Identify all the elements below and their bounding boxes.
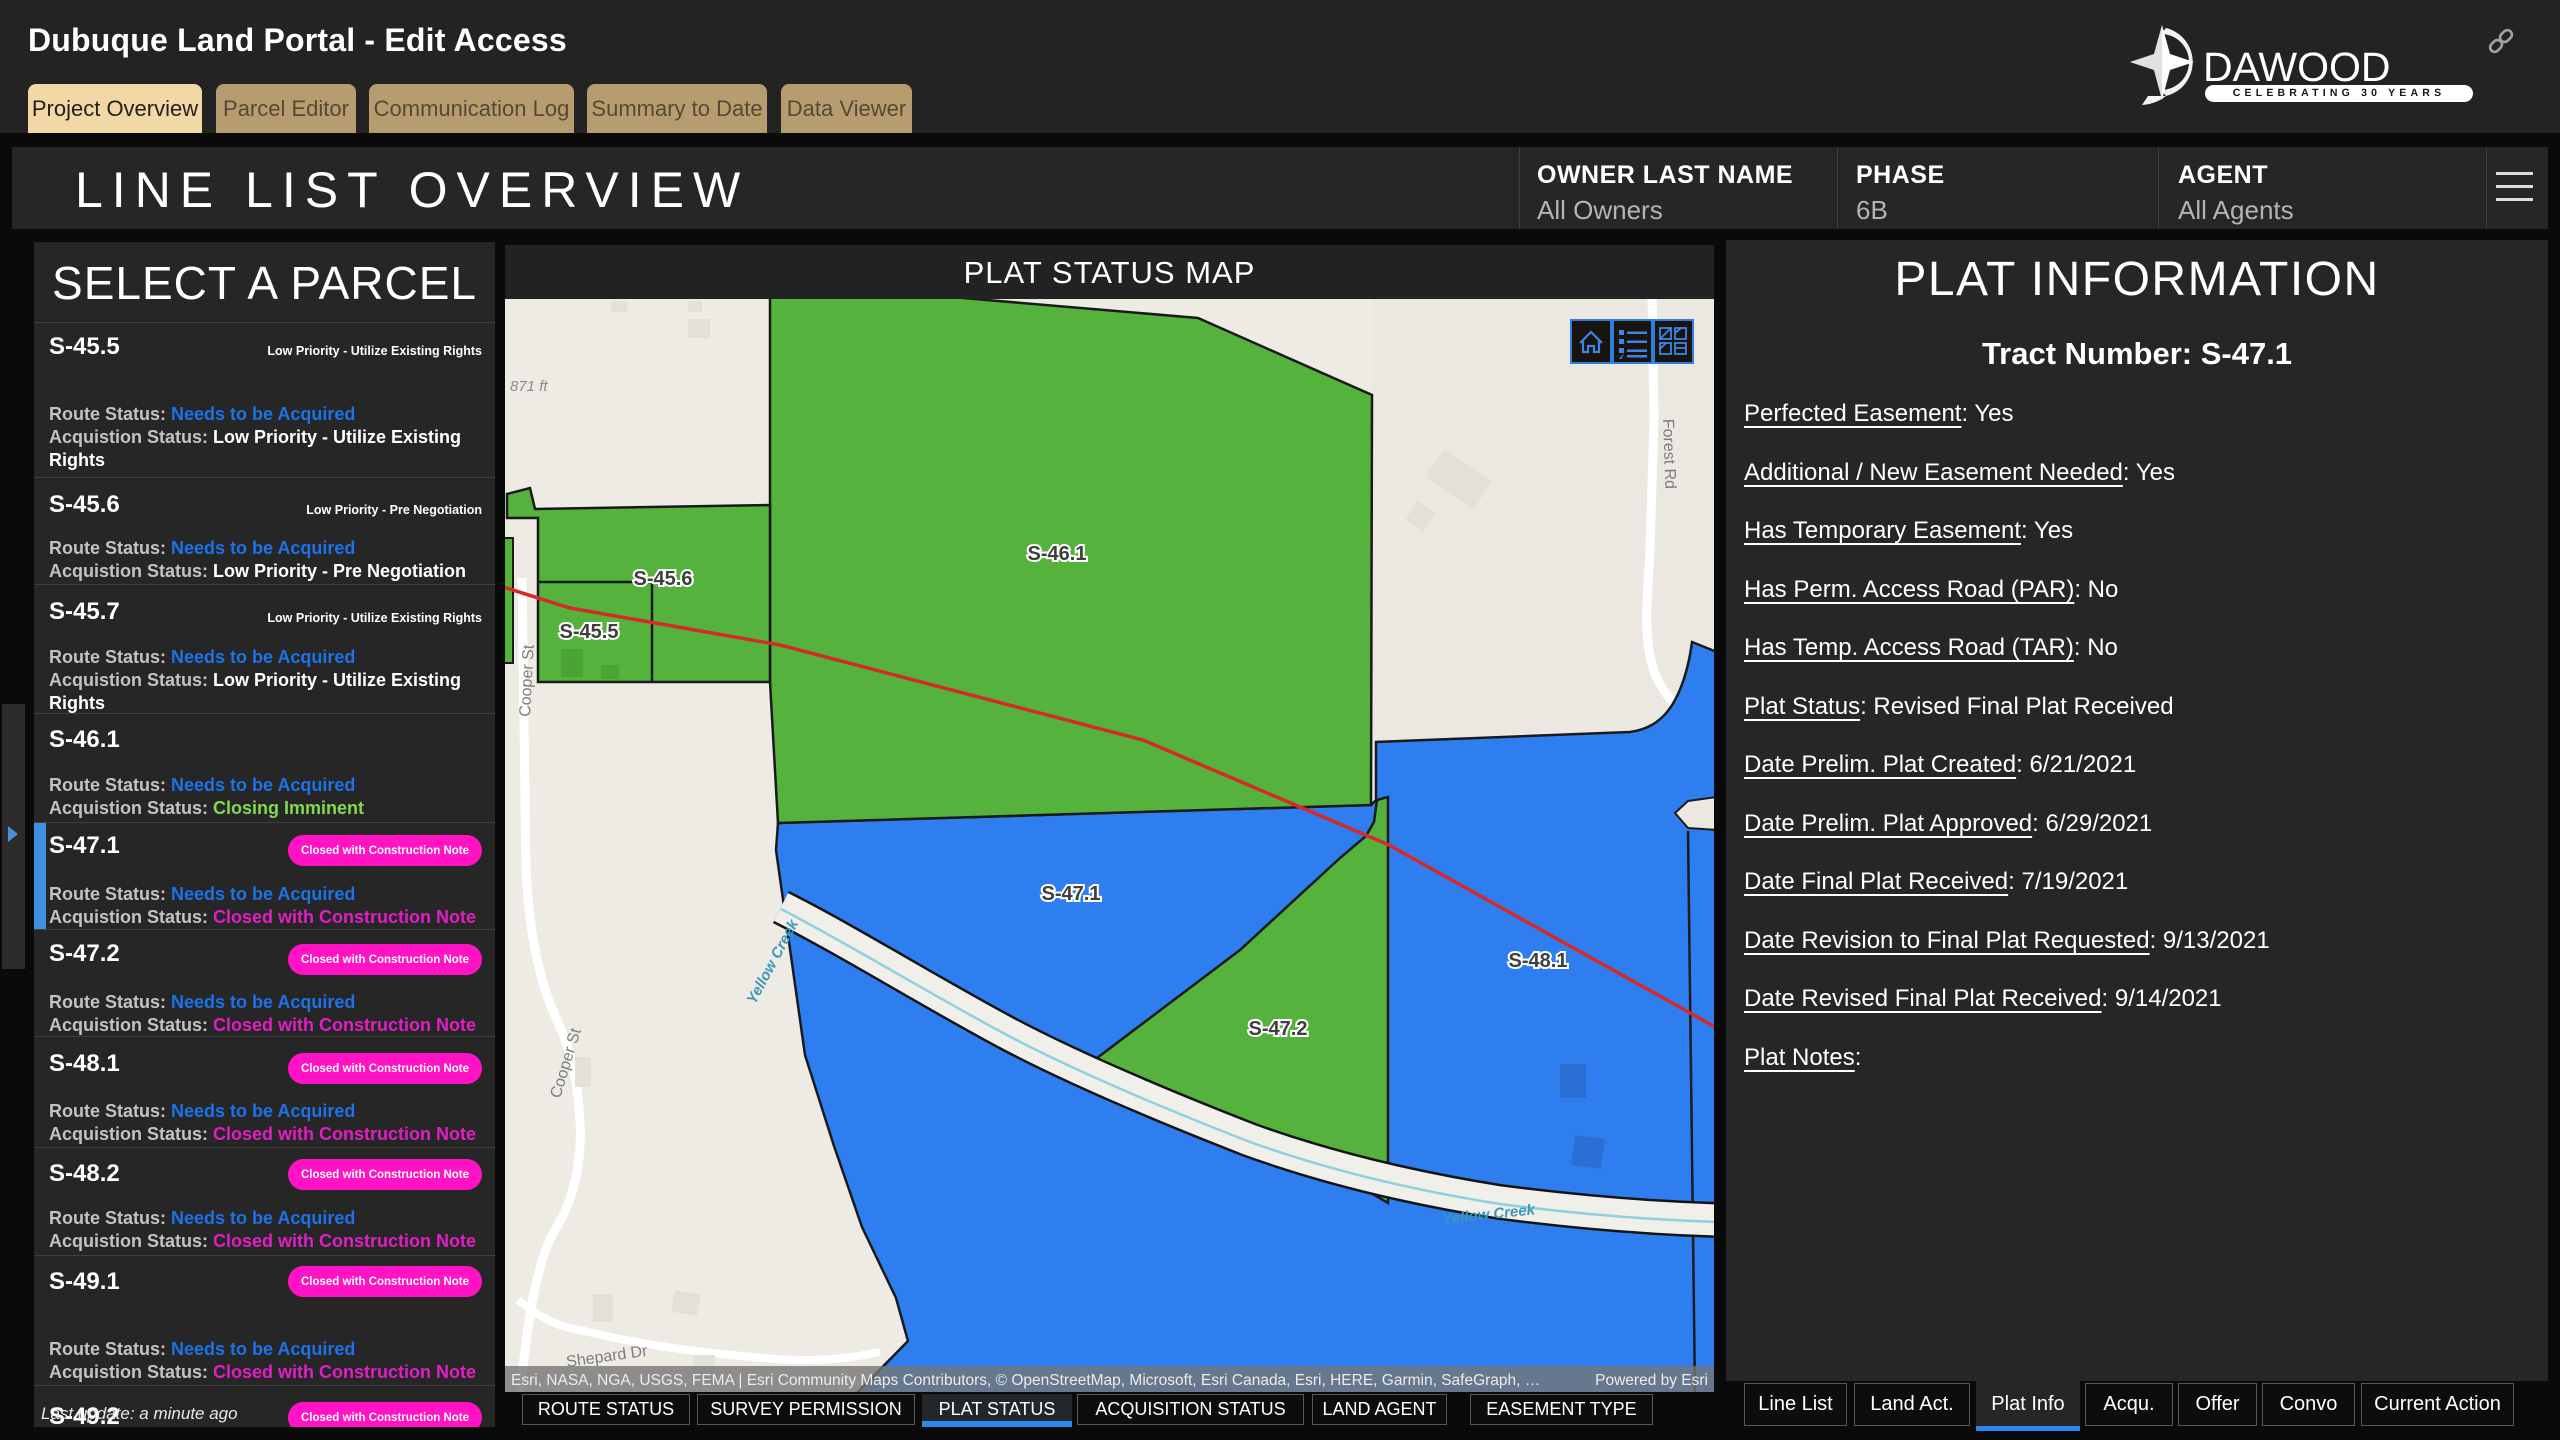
- svg-text:S-48.1: S-48.1: [1509, 950, 1568, 972]
- svg-text:Forest Rd: Forest Rd: [1659, 419, 1678, 490]
- svg-text:Powered by Esri: Powered by Esri: [1595, 1372, 1708, 1389]
- svg-text:S-47.2: S-47.2: [1249, 1018, 1308, 1040]
- svg-text:S-45.5: S-45.5: [560, 621, 619, 643]
- svg-text:S-47.1: S-47.1: [1042, 883, 1101, 905]
- svg-text:S-46.1: S-46.1: [1028, 543, 1087, 565]
- svg-text:871 ft: 871 ft: [510, 378, 548, 395]
- svg-text:Esri, NASA, NGA, USGS, FEMA |: Esri, NASA, NGA, USGS, FEMA | Esri Commu…: [511, 1372, 1540, 1389]
- svg-text:S-45.6: S-45.6: [634, 568, 693, 590]
